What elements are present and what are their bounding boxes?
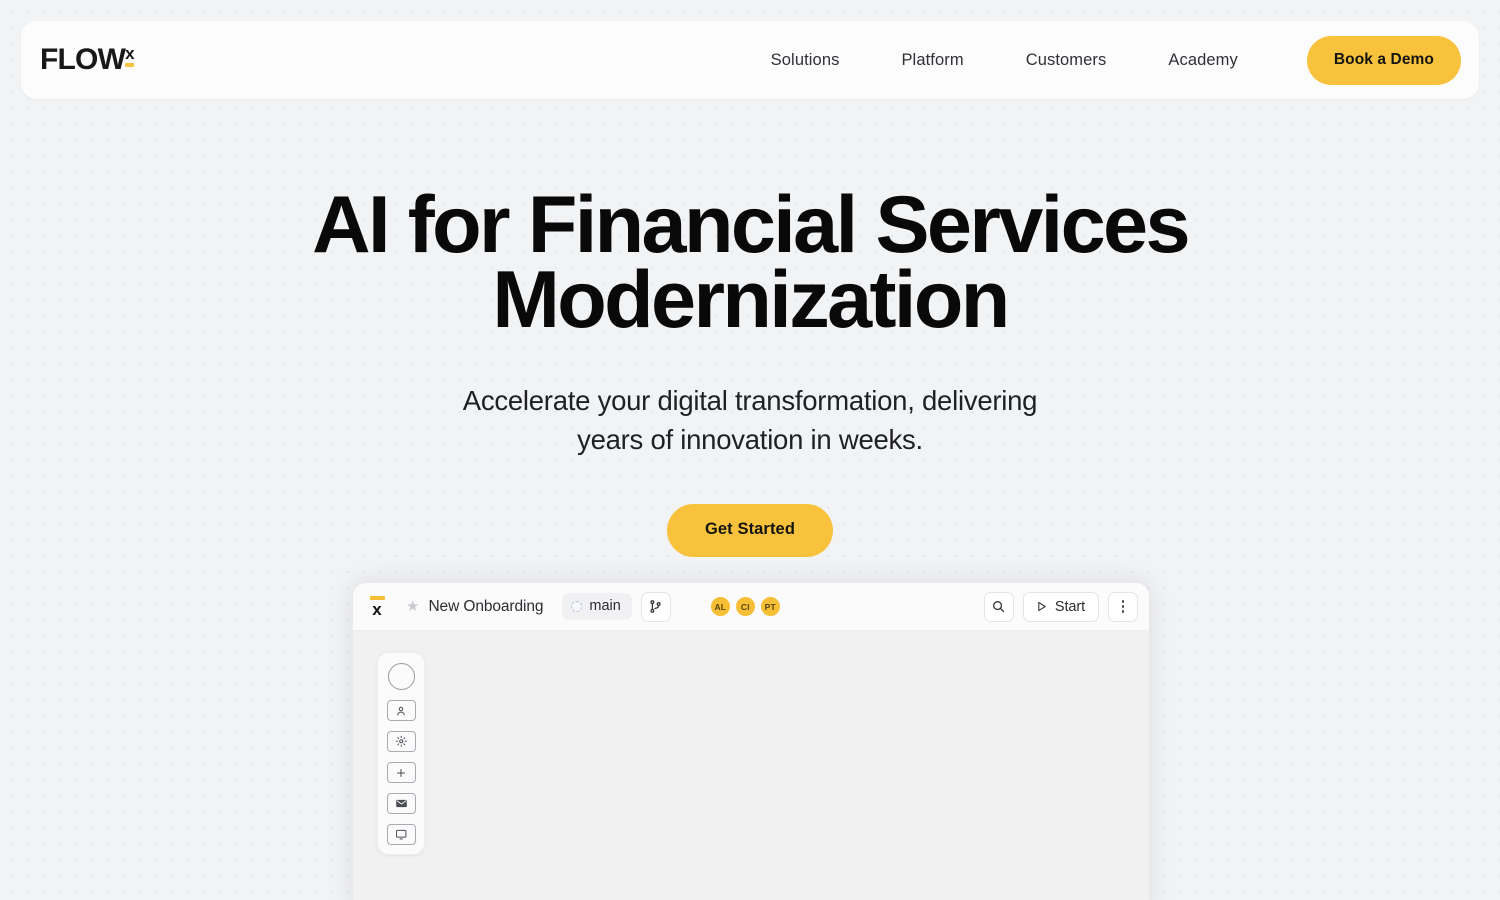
user-icon (397, 706, 405, 715)
gear-icon (395, 736, 407, 747)
tool-service-task[interactable] (386, 731, 416, 752)
git-branch-button[interactable] (640, 591, 671, 622)
avatar[interactable]: AL (709, 596, 731, 617)
screen-icon (395, 830, 407, 840)
branch-label: main (589, 598, 621, 614)
flowx-logo[interactable]: FLOW x (40, 43, 135, 76)
branch-selector[interactable]: main (562, 593, 632, 620)
git-branch-icon (650, 600, 661, 613)
app-logo[interactable]: x (367, 596, 387, 619)
envelope-icon (395, 799, 407, 808)
search-icon (993, 601, 1005, 613)
more-options-button[interactable] (1108, 591, 1138, 622)
node-toolbar (377, 652, 425, 855)
tool-user-task[interactable] (386, 700, 416, 721)
search-button[interactable] (983, 591, 1014, 622)
star-icon[interactable]: ★ (406, 599, 419, 614)
plus-icon (396, 768, 406, 777)
nav-item-customers[interactable]: Customers (995, 41, 1138, 80)
collaborator-avatars: AL CI PT (709, 596, 781, 617)
avatar[interactable]: CI (734, 596, 756, 617)
start-button[interactable]: Start (1022, 591, 1099, 622)
hero-cta-container: Get Started (0, 504, 1500, 558)
tool-message-task[interactable] (386, 793, 416, 814)
flow-canvas[interactable] (353, 631, 1149, 900)
product-screenshot: x ★ New Onboarding main AL CI PT Start (352, 582, 1150, 900)
play-icon (1038, 601, 1046, 612)
hero-section: AI for Financial Services Modernization … (0, 99, 1500, 558)
page-title: AI for Financial Services Modernization (250, 185, 1250, 341)
hero-title-line-2: Modernization (492, 254, 1010, 345)
nav-item-platform[interactable]: Platform (870, 41, 994, 80)
tool-start-node[interactable] (387, 663, 415, 690)
loading-circle-icon (571, 600, 583, 612)
site-header: FLOW x Solutions Platform Customers Acad… (21, 21, 1479, 99)
document-title[interactable]: New Onboarding (428, 598, 543, 616)
hero-subtitle: Accelerate your digital transformation, … (360, 381, 1140, 459)
book-a-demo-button[interactable]: Book a Demo (1306, 35, 1461, 85)
more-vertical-icon (1121, 600, 1125, 613)
hero-subtitle-line-1: Accelerate your digital transformation, … (462, 385, 1038, 417)
hero-subtitle-line-2: years of innovation in weeks. (577, 424, 923, 456)
avatar[interactable]: PT (759, 596, 781, 617)
app-toolbar: x ★ New Onboarding main AL CI PT Start (353, 583, 1149, 631)
nav-item-solutions[interactable]: Solutions (740, 41, 871, 80)
start-button-label: Start (1054, 598, 1085, 615)
logo-superscript: x (125, 44, 135, 63)
nav-item-academy[interactable]: Academy (1137, 41, 1268, 80)
toolbar-actions: Start (983, 591, 1138, 622)
get-started-button[interactable]: Get Started (666, 504, 834, 558)
app-logo-letter: x (372, 599, 382, 619)
logo-x-mark: x (125, 44, 135, 67)
tool-add-node[interactable] (386, 762, 416, 783)
tool-screen-node[interactable] (386, 824, 416, 845)
logo-accent-underline (125, 63, 135, 67)
primary-navigation: Solutions Platform Customers Academy Boo… (740, 35, 1461, 85)
logo-wordmark: FLOW (40, 43, 126, 76)
